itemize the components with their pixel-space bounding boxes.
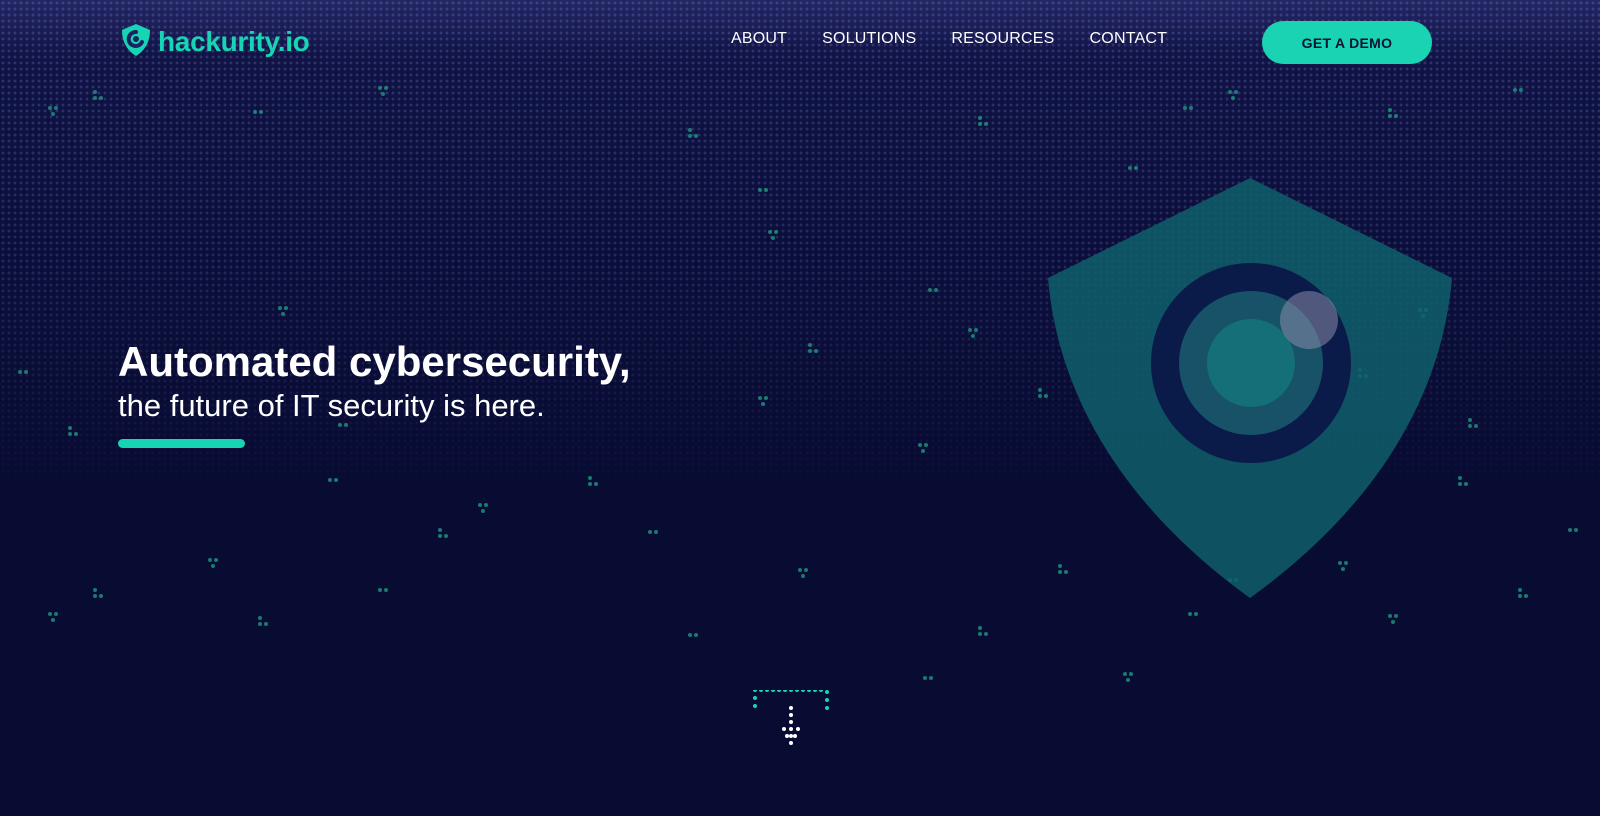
site-header: hackurity.io ABOUT SOLUTIONS RESOURCES C…	[0, 0, 1600, 86]
shield-logo-icon	[120, 23, 152, 62]
hero-subheadline: the future of IT security is here.	[118, 388, 545, 423]
site-logo[interactable]: hackurity.io	[120, 22, 310, 62]
hero-headline: Automated cybersecurity,	[118, 338, 631, 385]
nav-solutions[interactable]: SOLUTIONS	[822, 30, 916, 48]
logo-wordmark: hackurity.io	[158, 26, 310, 57]
hero-section: Automated cybersecurity, the future of I…	[118, 337, 631, 448]
shield-lock-illustration	[1048, 178, 1452, 598]
hero-accent-bar	[118, 439, 245, 448]
main-nav: ABOUT SOLUTIONS RESOURCES CONTACT	[731, 30, 1167, 48]
nav-contact[interactable]: CONTACT	[1090, 30, 1168, 48]
get-demo-button[interactable]: GET A DEMO	[1262, 21, 1432, 64]
scroll-down-arrow-icon[interactable]	[747, 690, 847, 760]
nav-resources[interactable]: RESOURCES	[951, 30, 1054, 48]
nav-about[interactable]: ABOUT	[731, 30, 787, 48]
